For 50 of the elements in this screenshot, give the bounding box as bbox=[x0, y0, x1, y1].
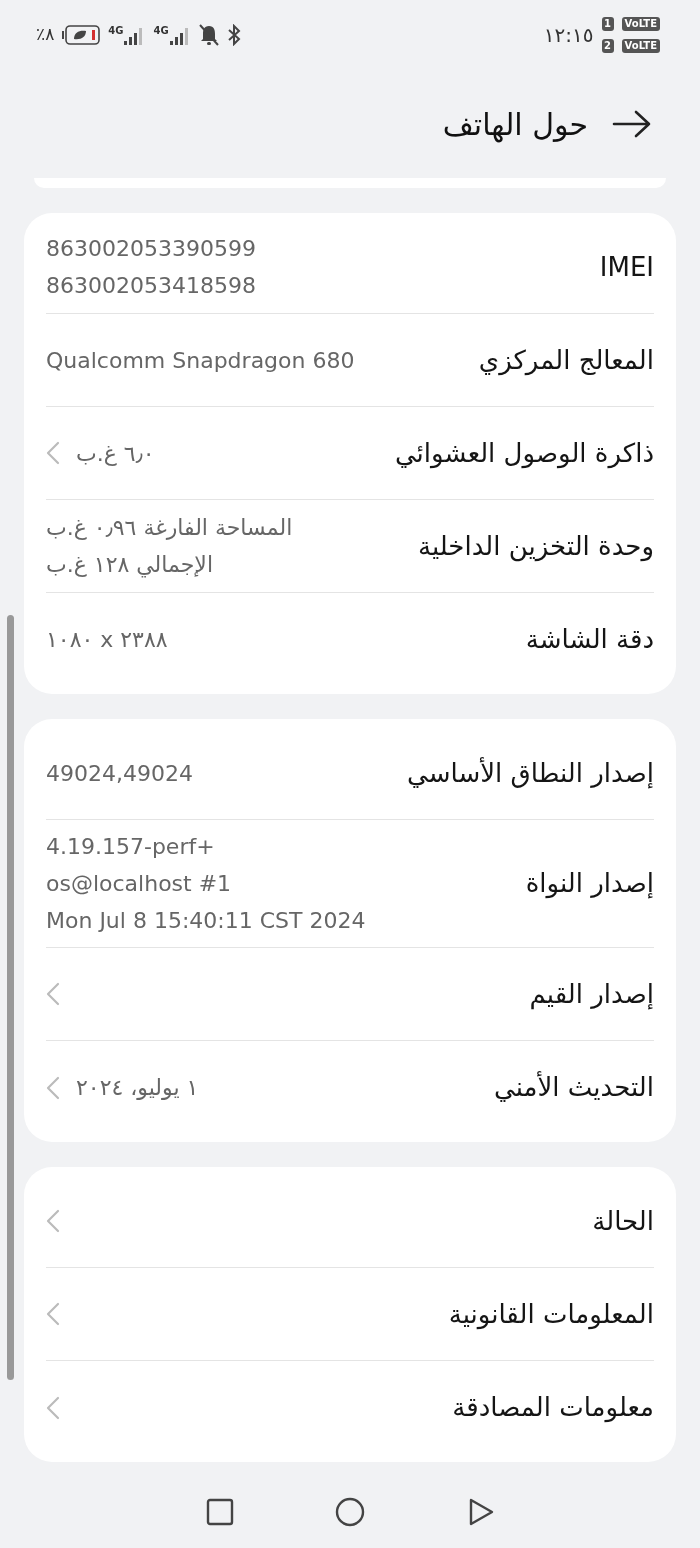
back-arrow-icon bbox=[612, 109, 652, 139]
sim-slot: 2 bbox=[601, 39, 614, 53]
network-label: 4G bbox=[153, 25, 169, 37]
chevron-icon[interactable] bbox=[46, 1302, 60, 1326]
row-value: ٢٣٨٨ x ١٠٨٠ bbox=[46, 626, 168, 654]
home-button[interactable] bbox=[335, 1496, 365, 1527]
row-value: المساحة الفارغة ٠٫٩٦ غ.ب bbox=[46, 514, 293, 542]
battery-percent: ٨٪ bbox=[36, 23, 55, 47]
row-value: 49024,49024 bbox=[46, 759, 193, 788]
chevron-icon[interactable] bbox=[46, 1209, 60, 1233]
row-label: ذاكرة الوصول العشوائي bbox=[394, 436, 654, 471]
row-label: إصدار القيم bbox=[529, 977, 654, 1012]
chevron-icon[interactable] bbox=[46, 1395, 60, 1420]
row-value: 4.19.157-perf+ bbox=[46, 833, 215, 861]
square-icon bbox=[205, 1496, 235, 1527]
row-value: الإجمالي ١٢٨ غ.ب bbox=[46, 551, 213, 580]
row-label: التحديث الأمني bbox=[494, 1070, 654, 1104]
network-label: 4G bbox=[108, 25, 124, 37]
bell-off-icon bbox=[198, 24, 219, 46]
row-label: إصدار النطاق الأساسي bbox=[407, 756, 654, 791]
row-value: Qualcomm Snapdragon 680 bbox=[46, 346, 355, 375]
row-value: 863002053390599 bbox=[46, 235, 256, 263]
chevron-icon[interactable] bbox=[46, 441, 60, 465]
scrollbar[interactable] bbox=[7, 615, 14, 1380]
chevron-icon[interactable] bbox=[46, 982, 60, 1006]
row-value: Mon Jul 8 15:40:11 CST 2024 bbox=[46, 907, 366, 935]
row-value: 863002053418598 bbox=[46, 272, 256, 300]
row-label: المعالج المركزي bbox=[478, 343, 654, 378]
signal-icon bbox=[168, 25, 191, 45]
row-label: الحالة bbox=[592, 1204, 654, 1238]
row-label: إصدار النواة bbox=[525, 867, 654, 901]
sim-slot: 1 bbox=[601, 17, 614, 31]
row-label: IMEI bbox=[599, 250, 654, 284]
row-value: os@localhost #1 bbox=[46, 870, 232, 898]
bluetooth-icon bbox=[226, 24, 241, 46]
volte-badge: VoLTE bbox=[621, 39, 660, 53]
row-value: ٦٫٠ غ.ب bbox=[76, 439, 155, 468]
row-label: دقة الشاشة bbox=[525, 623, 654, 656]
battery-icon bbox=[62, 25, 101, 45]
row-value: ١ يوليو، ٢٠٢٤ bbox=[76, 1074, 199, 1102]
row-label: المعلومات القانونية bbox=[448, 1297, 654, 1332]
chevron-icon[interactable] bbox=[46, 1075, 60, 1100]
recents-button[interactable] bbox=[205, 1496, 235, 1527]
back-button[interactable] bbox=[612, 109, 652, 139]
circle-icon bbox=[335, 1496, 365, 1527]
page-title: حول الهاتف bbox=[442, 105, 588, 145]
row-label: معلومات المصادقة bbox=[452, 1391, 654, 1425]
row-label: وحدة التخزين الداخلية bbox=[417, 529, 654, 564]
volte-badge: VoLTE bbox=[621, 17, 660, 31]
clock-time: ١٢:١٥ bbox=[543, 22, 594, 49]
